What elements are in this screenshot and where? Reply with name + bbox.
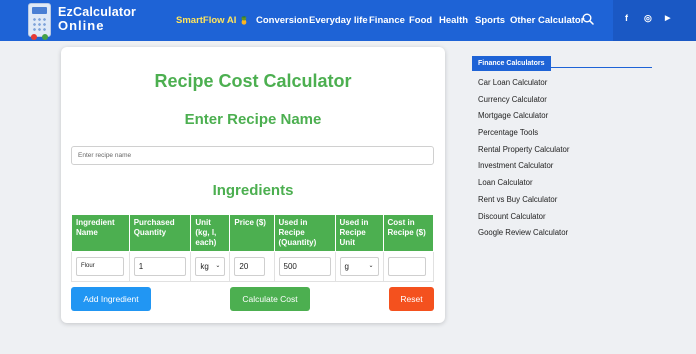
col-cost: Cost in Recipe ($): [382, 214, 435, 252]
page-title: Recipe Cost Calculator: [154, 71, 352, 91]
col-ingredient-name: Ingredient Name: [71, 214, 130, 252]
used-unit-select-value: g: [344, 262, 349, 271]
used-quantity-input[interactable]: 500: [278, 257, 331, 276]
smartflow-badge-icon: 🍍: [239, 16, 250, 25]
nav-label-sports: Sports: [475, 15, 506, 26]
sidebar-title: Finance Calculators: [472, 56, 551, 71]
logo-line2: Online: [58, 18, 105, 33]
nav-label-smartflow: SmartFlow AI: [176, 15, 237, 26]
sidebar-link-car-loan[interactable]: Car Loan Calculator: [478, 77, 652, 94]
recipe-name-input[interactable]: Enter recipe name: [71, 146, 434, 165]
sidebar-link-rent-vs-buy[interactable]: Rent vs Buy Calculator: [478, 194, 652, 211]
nav-item-other-calculator[interactable]: Other Calculator: [510, 0, 584, 41]
ingredient-name-input[interactable]: Flour: [76, 257, 124, 276]
sidebar-link-percentage[interactable]: Percentage Tools: [478, 127, 652, 144]
nav-item-conversion[interactable]: Conversion: [256, 0, 308, 41]
nav-label-other-calculator: Other Calculator: [510, 15, 585, 26]
site-logo-text[interactable]: EzCalculator Online: [58, 6, 136, 33]
ingredients-table: Ingredient Name Purchased Quantity Unit …: [71, 214, 435, 282]
cell-ingredient-name: Flour: [71, 251, 130, 282]
cell-cost: [382, 251, 435, 282]
sidebar-link-google-review[interactable]: Google Review Calculator: [478, 227, 652, 244]
nav-label-finance: Finance: [369, 15, 405, 26]
ingredients-heading: Ingredients: [212, 182, 294, 199]
logo-keys: [32, 17, 47, 31]
used-unit-select[interactable]: g ⌄: [339, 257, 379, 276]
sidebar-link-loan[interactable]: Loan Calculator: [478, 177, 652, 194]
sidebar-title-bar: Finance Calculators: [472, 52, 652, 71]
reset-button[interactable]: Reset: [389, 287, 434, 311]
col-price: Price ($): [229, 214, 275, 252]
cost-input[interactable]: [387, 257, 426, 276]
cell-used-unit: g ⌄: [334, 251, 384, 282]
unit-select[interactable]: kg ⌄: [195, 257, 226, 276]
sidebar-link-discount[interactable]: Discount Calculator: [478, 211, 652, 228]
calculator-logo-icon[interactable]: [28, 3, 51, 40]
sidebar-link-currency[interactable]: Currency Calculator: [478, 94, 652, 111]
nav-item-smartflow[interactable]: SmartFlow AI 🍍: [176, 0, 249, 41]
nav-item-everyday-life[interactable]: Everyday life: [309, 0, 368, 41]
calculate-cost-button[interactable]: Calculate Cost: [230, 287, 310, 311]
table-row: Flour 1 kg ⌄ 20 500 g ⌄: [71, 251, 435, 282]
cell-unit: kg ⌄: [190, 251, 231, 282]
unit-select-value: kg: [200, 262, 209, 271]
nav-label-conversion: Conversion: [256, 15, 309, 26]
logo-red-dot: [31, 34, 37, 40]
sidebar-link-mortgage[interactable]: Mortgage Calculator: [478, 110, 652, 127]
instagram-icon[interactable]: ◎: [644, 13, 652, 24]
nav-item-finance[interactable]: Finance: [369, 0, 405, 41]
recipe-name-heading: Enter Recipe Name: [184, 111, 322, 128]
sidebar-link-rental-property[interactable]: Rental Property Calculator: [478, 144, 652, 161]
col-purchased-quantity: Purchased Quantity: [128, 214, 192, 252]
add-ingredient-button[interactable]: Add Ingredient: [71, 287, 151, 311]
youtube-icon[interactable]: ▶: [665, 14, 670, 22]
nav-label-everyday-life: Everyday life: [309, 15, 368, 26]
cell-purchased-quantity: 1: [128, 251, 192, 282]
social-links: f ◎ ▶: [613, 0, 696, 41]
col-used-unit: Used in Recipe Unit: [334, 214, 384, 252]
top-navigation-bar: EzCalculator Online SmartFlow AI 🍍 Conve…: [0, 0, 696, 41]
chevron-down-icon: ⌄: [368, 263, 374, 269]
nav-label-food: Food: [409, 15, 433, 26]
logo-screen: [32, 7, 47, 14]
sidebar-link-investment[interactable]: Investment Calculator: [478, 160, 652, 177]
facebook-icon[interactable]: f: [625, 13, 628, 23]
search-icon[interactable]: [582, 13, 594, 25]
logo-green-dot: [42, 34, 48, 40]
table-header-row: Ingredient Name Purchased Quantity Unit …: [71, 214, 435, 252]
purchased-quantity-input[interactable]: 1: [133, 257, 186, 276]
chevron-down-icon: ⌄: [215, 263, 221, 269]
col-used-quantity: Used in Recipe (Quantity): [273, 214, 336, 252]
cell-used-quantity: 500: [273, 251, 336, 282]
nav-label-health: Health: [439, 15, 469, 26]
finance-sidebar: Finance Calculators Car Loan Calculator …: [472, 52, 652, 244]
nav-item-health[interactable]: Health: [439, 0, 468, 41]
sidebar-list: Car Loan Calculator Currency Calculator …: [478, 77, 652, 244]
price-input[interactable]: 20: [234, 257, 266, 276]
nav-item-food[interactable]: Food: [409, 0, 432, 41]
col-unit: Unit (kg, l, each): [190, 214, 231, 252]
recipe-calculator-card: Recipe Cost Calculator Enter Recipe Name…: [61, 47, 445, 323]
cell-price: 20: [229, 251, 275, 282]
nav-item-sports[interactable]: Sports: [475, 0, 505, 41]
